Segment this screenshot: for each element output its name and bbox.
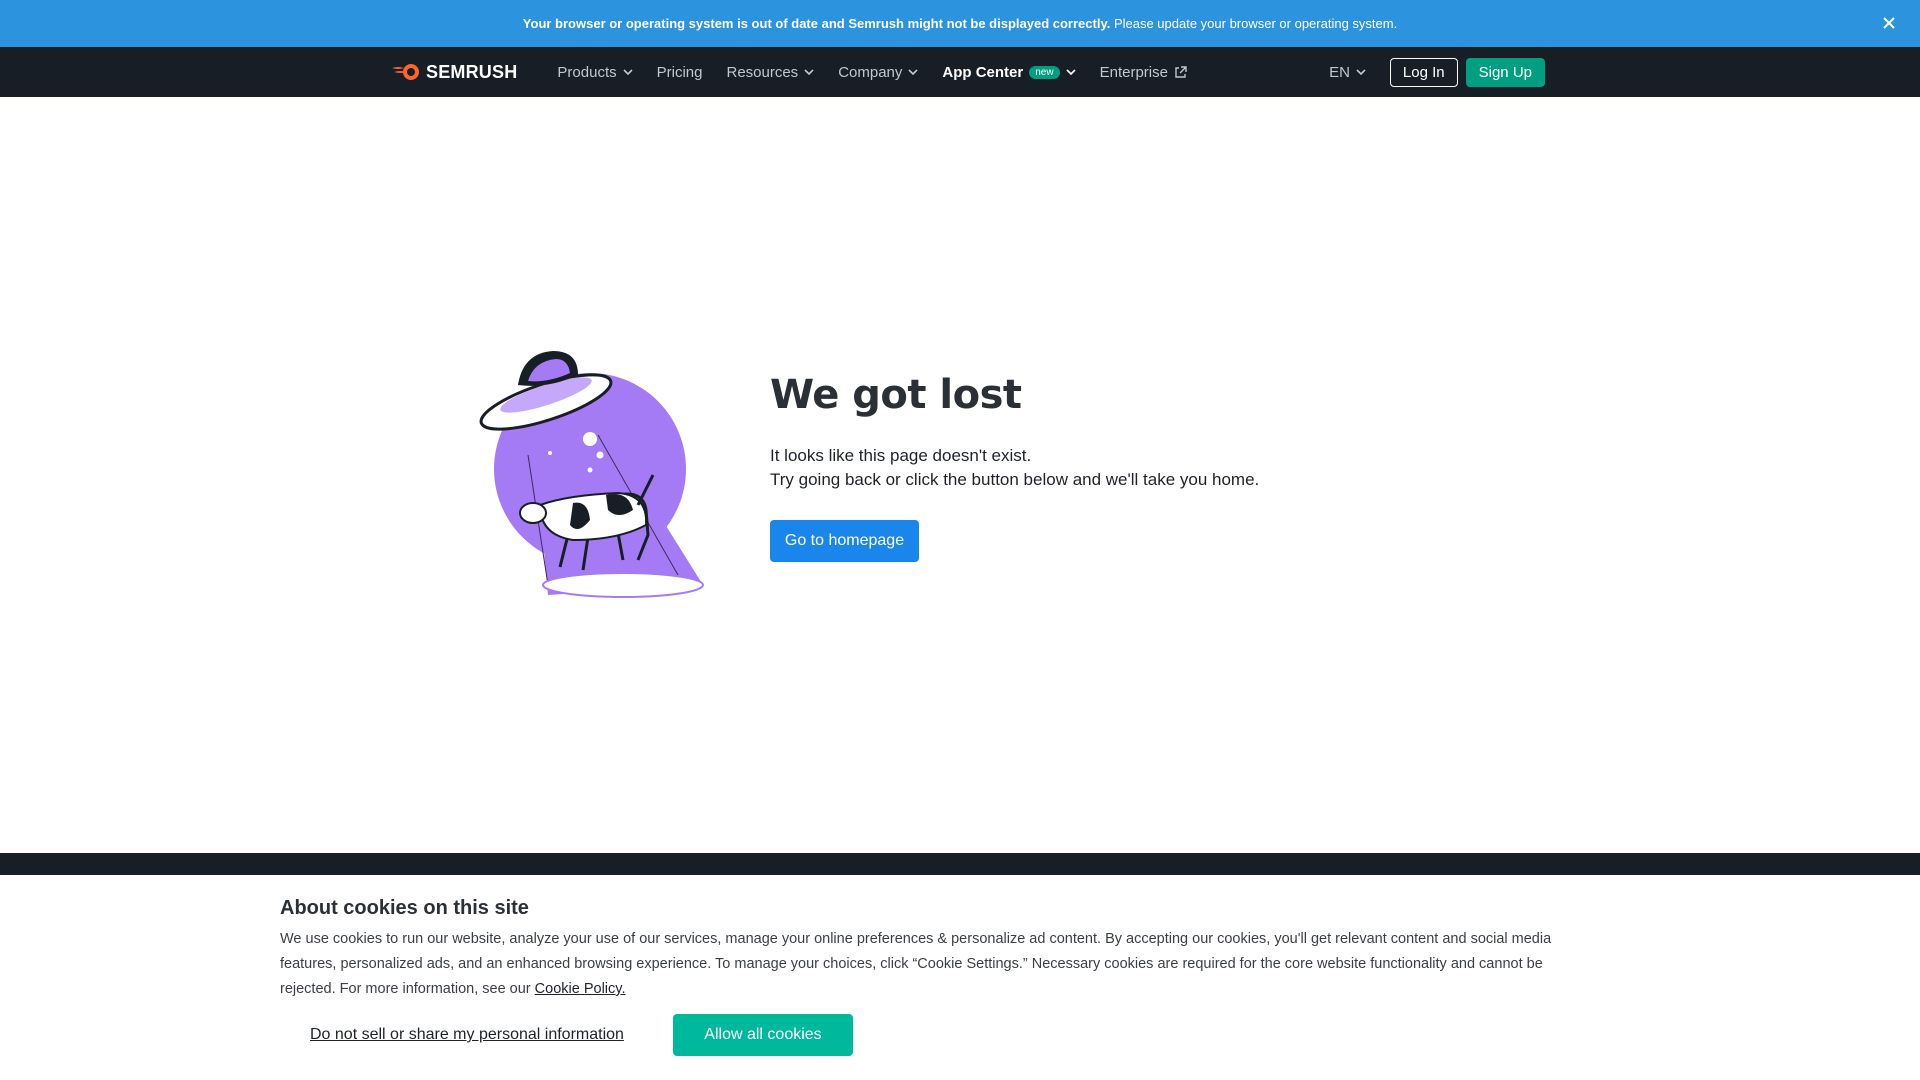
lost-description-line1: It looks like this page doesn't exist. [770, 446, 1032, 465]
outdated-browser-banner: Your browser or operating system is out … [0, 0, 1920, 47]
banner-text: Please update your browser or operating … [1110, 16, 1398, 31]
nav-resources[interactable]: Resources [726, 64, 814, 81]
new-badge: new [1029, 65, 1060, 79]
do-not-sell-link[interactable]: Do not sell or share my personal informa… [310, 1026, 624, 1044]
banner-bold-text: Your browser or operating system is out … [522, 16, 1111, 31]
cookie-body: We use cookies to run our website, analy… [280, 927, 1600, 1002]
semrush-logo[interactable]: SEMRUSH [390, 62, 517, 83]
language-label: EN [1329, 63, 1350, 81]
nav-products-label: Products [557, 63, 617, 81]
semrush-flame-icon [392, 64, 419, 80]
chevron-down-icon [1066, 69, 1076, 75]
nav-products[interactable]: Products [557, 63, 633, 81]
allow-all-cookies-button[interactable]: Allow all cookies [673, 1014, 853, 1056]
language-selector[interactable]: EN [1329, 64, 1366, 81]
external-link-icon [1175, 65, 1187, 78]
cookie-policy-link[interactable]: Cookie Policy. [535, 981, 626, 997]
nav-pricing[interactable]: Pricing [657, 64, 703, 81]
page-title: We got lost [770, 372, 1022, 418]
nav-enterprise[interactable]: Enterprise [1100, 64, 1187, 81]
signup-button[interactable]: Sign Up [1465, 57, 1545, 87]
ufo-cow-illustration [479, 351, 704, 598]
cookie-body-text: We use cookies to run our website, analy… [280, 931, 1552, 997]
nav-app-center-label: App Center [942, 63, 1024, 81]
login-button[interactable]: Log In [1389, 57, 1458, 87]
top-navigation: SEMRUSH Products Pricing Resources Compa… [0, 47, 1920, 97]
chevron-down-icon [804, 69, 814, 75]
chevron-down-icon [908, 69, 918, 75]
lost-description-line2: Try going back or click the button below… [770, 470, 1260, 489]
nav-company-label: Company [838, 63, 903, 81]
go-to-homepage-button[interactable]: Go to homepage [770, 520, 919, 562]
chevron-down-icon [1356, 69, 1366, 75]
banner-message: Your browser or operating system is out … [523, 16, 1397, 31]
cookie-title: About cookies on this site [280, 897, 529, 919]
cookie-banner: About cookies on this site We use cookie… [0, 875, 1920, 1080]
close-icon[interactable] [1878, 12, 1900, 34]
nav-pricing-label: Pricing [656, 63, 703, 81]
nav-enterprise-label: Enterprise [1099, 63, 1168, 81]
nav-app-center[interactable]: App Center new [942, 63, 1076, 81]
lost-description: It looks like this page doesn't exist. T… [770, 444, 1259, 492]
logo-text: SEMRUSH [426, 61, 518, 82]
chevron-down-icon [623, 69, 633, 75]
footer-strip [0, 853, 1920, 875]
nav-company[interactable]: Company [838, 64, 918, 81]
nav-resources-label: Resources [726, 63, 799, 81]
